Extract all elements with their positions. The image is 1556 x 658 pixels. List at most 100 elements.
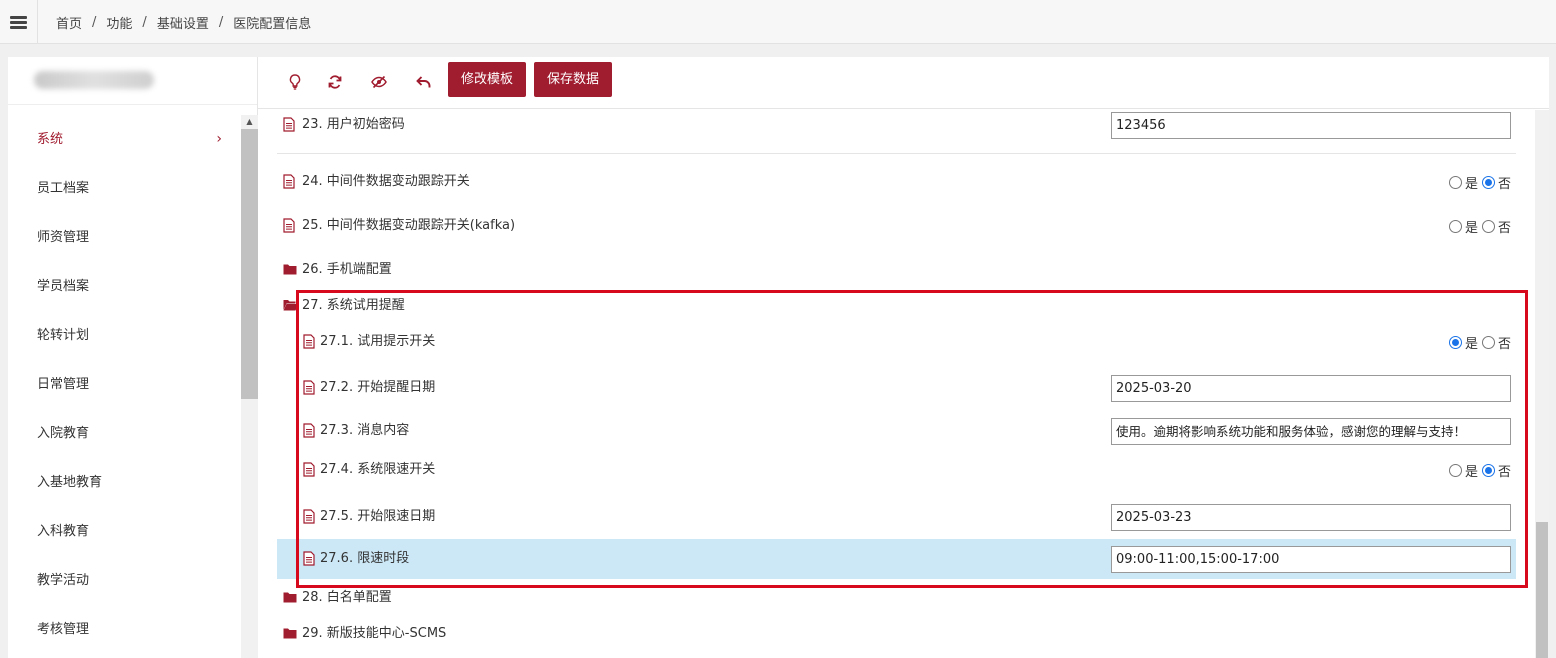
- sidebar-item-faculty[interactable]: 师资管理: [8, 213, 240, 262]
- eye-off-icon[interactable]: [368, 71, 390, 93]
- sidebar-item-teaching-activities[interactable]: 教学活动: [8, 556, 240, 605]
- breadcrumb-home[interactable]: 首页: [56, 13, 82, 32]
- radio-group: 是 否: [1448, 217, 1511, 236]
- sidebar-item-label: 日常管理: [37, 377, 90, 392]
- config-label: 27.1. 试用提示开关: [320, 334, 436, 349]
- config-folder-whitelist[interactable]: 28. 白名单配置: [277, 578, 1516, 618]
- config-label: 27.2. 开始提醒日期: [320, 380, 436, 395]
- blurred-hospital-name: [34, 71, 154, 89]
- save-data-button[interactable]: 保存数据: [534, 62, 613, 97]
- document-icon: [283, 117, 295, 132]
- config-label: 27.5. 开始限速日期: [320, 509, 436, 524]
- config-row-speed-limit-start-date: 27.5. 开始限速日期 2025-03-23: [277, 497, 1516, 537]
- breadcrumb-separator: /: [92, 15, 97, 30]
- main-scroll-thumb[interactable]: [1536, 522, 1548, 658]
- lightbulb-icon[interactable]: [284, 71, 306, 93]
- config-label: 27.3. 消息内容: [320, 423, 410, 438]
- toolbar: 修改模板 保存数据: [258, 57, 1549, 109]
- message-content-input[interactable]: 使用。逾期将影响系统功能和服务体验，感谢您的理解与支持！: [1111, 418, 1511, 445]
- radio-no-label: 否: [1497, 221, 1511, 236]
- sidebar-scroll-thumb[interactable]: [241, 129, 258, 399]
- config-label: 27.4. 系统限速开关: [320, 462, 436, 477]
- main-scrollbar[interactable]: [1535, 110, 1549, 658]
- config-label: 27. 系统试用提醒: [302, 298, 405, 313]
- config-row-initial-password: 23. 用户初始密码 123456: [277, 110, 1516, 145]
- sidebar: 系统 › 员工档案 师资管理 学员档案 轮转计划 日常管理 入院教育 入基地教育…: [8, 57, 258, 658]
- config-folder-scms[interactable]: 29. 新版技能中心-SCMS: [277, 614, 1516, 654]
- initial-password-input[interactable]: 123456: [1111, 112, 1511, 139]
- sidebar-item-label: 系统: [37, 132, 64, 147]
- config-label: 29. 新版技能中心-SCMS: [302, 626, 447, 641]
- refresh-icon[interactable]: [324, 71, 346, 93]
- sidebar-item-label: 员工档案: [37, 181, 90, 196]
- config-row-speed-limit-switch: 27.4. 系统限速开关 是 否: [277, 450, 1516, 490]
- speed-limit-period-input[interactable]: 09:00-11:00,15:00-17:00: [1111, 546, 1511, 573]
- breadcrumb: 首页 / 功能 / 基础设置 / 医院配置信息: [56, 13, 311, 32]
- menu-toggle-icon[interactable]: [0, 0, 38, 44]
- config-row-middleware-tracking-kafka: 25. 中间件数据变动跟踪开关(kafka) 是 否: [277, 206, 1516, 246]
- folder-icon: [283, 264, 297, 275]
- radio-yes-label: 是: [1464, 221, 1478, 236]
- sidebar-item-hospital-orientation[interactable]: 入院教育: [8, 409, 240, 458]
- document-icon: [303, 551, 315, 566]
- config-label: 28. 白名单配置: [302, 590, 392, 605]
- config-tree: 23. 用户初始密码 123456 24. 中间件数据变动跟踪开关 是 否 25…: [258, 110, 1549, 658]
- radio-group: 是 否: [1448, 461, 1511, 480]
- config-label: 24. 中间件数据变动跟踪开关: [302, 174, 470, 189]
- document-icon: [303, 380, 315, 395]
- sidebar-item-label: 学员档案: [37, 279, 90, 294]
- radio-yes-label: 是: [1464, 337, 1478, 352]
- chevron-right-icon: ›: [216, 131, 222, 147]
- radio-yes-label: 是: [1464, 177, 1478, 192]
- sidebar-scrollbar[interactable]: ▲: [241, 115, 258, 658]
- document-icon: [303, 462, 315, 477]
- sidebar-menu: 系统 › 员工档案 师资管理 学员档案 轮转计划 日常管理 入院教育 入基地教育…: [8, 115, 240, 654]
- breadcrumb-function[interactable]: 功能: [106, 13, 132, 32]
- config-folder-mobile[interactable]: 26. 手机端配置: [277, 250, 1516, 290]
- radio-yes[interactable]: [1448, 176, 1462, 189]
- sidebar-item-system[interactable]: 系统 ›: [8, 115, 240, 164]
- sidebar-item-staff-records[interactable]: 员工档案: [8, 164, 240, 213]
- sidebar-item-student-records[interactable]: 学员档案: [8, 262, 240, 311]
- sidebar-item-daily-management[interactable]: 日常管理: [8, 360, 240, 409]
- scroll-up-icon[interactable]: ▲: [241, 115, 258, 129]
- sidebar-item-label: 入科教育: [37, 524, 90, 539]
- radio-yes[interactable]: [1448, 336, 1462, 349]
- config-row-reminder-start-date: 27.2. 开始提醒日期 2025-03-20: [277, 368, 1516, 408]
- document-icon: [303, 509, 315, 524]
- reminder-start-date-input[interactable]: 2025-03-20: [1111, 375, 1511, 402]
- config-folder-trial-reminder[interactable]: 27. 系统试用提醒: [277, 286, 1516, 326]
- breadcrumb-basic-settings[interactable]: 基础设置: [157, 13, 209, 32]
- sidebar-item-label: 师资管理: [37, 230, 90, 245]
- folder-open-icon: [283, 300, 299, 311]
- breadcrumb-current: 医院配置信息: [233, 17, 312, 32]
- radio-yes[interactable]: [1448, 220, 1462, 233]
- speed-limit-start-date-input[interactable]: 2025-03-23: [1111, 504, 1511, 531]
- edit-template-button[interactable]: 修改模板: [448, 62, 527, 97]
- config-row-speed-limit-period[interactable]: 27.6. 限速时段 09:00-11:00,15:00-17:00: [277, 539, 1516, 579]
- sidebar-item-label: 教学活动: [37, 573, 90, 588]
- radio-yes-label: 是: [1464, 465, 1478, 480]
- config-label: 26. 手机端配置: [302, 262, 392, 277]
- radio-no[interactable]: [1481, 336, 1495, 349]
- sidebar-item-assessment[interactable]: 考核管理: [8, 605, 240, 654]
- main-panel: 修改模板 保存数据 23. 用户初始密码 123456 24. 中间件数据变动跟…: [258, 57, 1549, 658]
- radio-no[interactable]: [1481, 464, 1495, 477]
- radio-no-label: 否: [1497, 337, 1511, 352]
- sidebar-item-base-orientation[interactable]: 入基地教育: [8, 458, 240, 507]
- config-label: 27.6. 限速时段: [320, 551, 410, 566]
- sidebar-item-department-orientation[interactable]: 入科教育: [8, 507, 240, 556]
- undo-icon[interactable]: [412, 71, 434, 93]
- document-icon: [283, 174, 295, 189]
- document-icon: [303, 423, 315, 438]
- sidebar-item-label: 入院教育: [37, 426, 90, 441]
- folder-icon: [283, 628, 297, 639]
- divider: [277, 153, 1516, 154]
- sidebar-item-rotation-plan[interactable]: 轮转计划: [8, 311, 240, 360]
- radio-no[interactable]: [1481, 176, 1495, 189]
- radio-no[interactable]: [1481, 220, 1495, 233]
- folder-icon: [283, 592, 297, 603]
- radio-yes[interactable]: [1448, 464, 1462, 477]
- config-row-middleware-tracking: 24. 中间件数据变动跟踪开关 是 否: [277, 162, 1516, 202]
- sidebar-item-label: 入基地教育: [37, 475, 103, 490]
